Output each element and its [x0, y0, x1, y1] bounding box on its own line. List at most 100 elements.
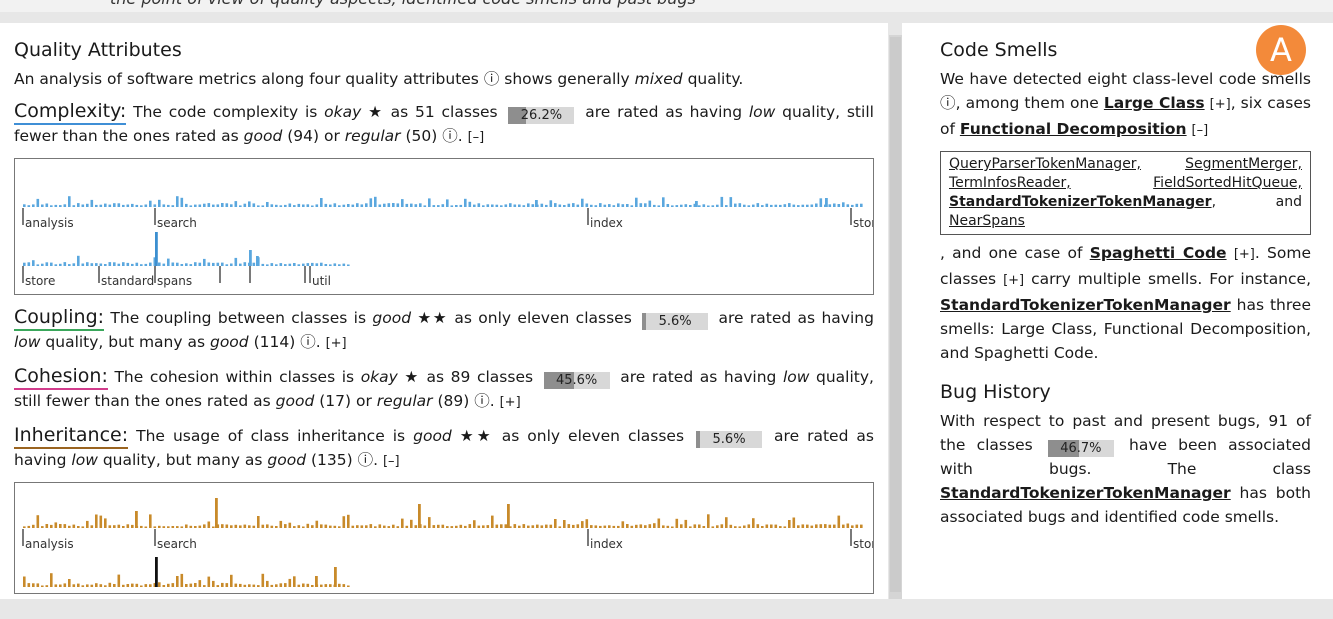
class-bar[interactable] [117, 524, 121, 528]
class-bar[interactable] [311, 262, 314, 266]
class-bar[interactable] [63, 583, 67, 587]
class-bar[interactable] [513, 204, 517, 208]
class-bar[interactable] [437, 205, 440, 207]
class-bar[interactable] [360, 204, 364, 207]
class-bar[interactable] [113, 262, 116, 266]
class-bar[interactable] [266, 264, 269, 266]
class-bar[interactable] [72, 205, 76, 207]
class-bar[interactable] [185, 203, 188, 207]
class-bar[interactable] [68, 579, 71, 587]
class-bar[interactable] [171, 583, 175, 587]
class-bar[interactable] [86, 520, 89, 528]
class-bar[interactable] [342, 584, 346, 587]
class-bar[interactable] [621, 521, 625, 528]
class-bar[interactable] [63, 524, 67, 528]
class-bar[interactable] [155, 557, 158, 587]
class-bar[interactable] [41, 204, 44, 208]
class-bar[interactable] [549, 524, 553, 528]
class-bar[interactable] [249, 250, 252, 266]
class-bar[interactable] [77, 255, 80, 266]
class-bar[interactable] [446, 199, 449, 207]
class-bar[interactable] [194, 204, 197, 207]
class-bar[interactable] [176, 576, 179, 587]
class-bar[interactable] [68, 525, 71, 528]
class-bar[interactable] [162, 263, 166, 266]
class-bar[interactable] [140, 264, 143, 266]
class-bar[interactable] [684, 204, 688, 207]
class-bar[interactable] [405, 525, 409, 528]
class-bar[interactable] [860, 203, 863, 207]
class-bar[interactable] [158, 262, 161, 267]
class-bar[interactable] [491, 515, 494, 528]
class-bar[interactable] [32, 204, 35, 207]
class-bar[interactable] [347, 204, 350, 207]
class-bar[interactable] [243, 262, 247, 266]
class-bar[interactable] [374, 196, 377, 207]
class-bar[interactable] [266, 580, 269, 587]
class-bar[interactable] [527, 203, 530, 207]
class-bar[interactable] [248, 201, 251, 207]
class-bar[interactable] [662, 525, 665, 528]
class-bar[interactable] [117, 203, 121, 207]
class-bar[interactable] [698, 205, 701, 207]
class-bar[interactable] [275, 204, 278, 207]
class-bar[interactable] [657, 205, 661, 207]
class-bar[interactable] [324, 264, 328, 266]
class-bar[interactable] [234, 257, 238, 266]
class-bar[interactable] [155, 232, 158, 266]
collapse-toggle[interactable]: [–] [468, 130, 485, 145]
class-bar[interactable] [284, 583, 287, 587]
class-bar[interactable] [698, 524, 701, 529]
class-bar[interactable] [50, 205, 53, 207]
class-bar[interactable] [207, 576, 211, 587]
class-link[interactable]: StandardTokenizerTokenManager [940, 484, 1231, 502]
class-bar[interactable] [41, 526, 44, 528]
class-bar[interactable] [320, 198, 323, 207]
class-bar[interactable] [126, 584, 130, 587]
class-bar[interactable] [275, 526, 278, 528]
expand-toggle[interactable]: [+] [1003, 273, 1024, 288]
class-bar[interactable] [684, 519, 688, 528]
class-bar[interactable] [302, 583, 305, 588]
class-bar[interactable] [401, 199, 404, 207]
class-bar[interactable] [68, 264, 71, 266]
class-bar[interactable] [230, 204, 233, 207]
class-bar[interactable] [441, 204, 445, 207]
class-bar[interactable] [414, 204, 418, 207]
class-link[interactable]: NearSpans [949, 213, 1025, 229]
class-bar[interactable] [599, 525, 602, 528]
class-bar[interactable] [104, 585, 107, 587]
class-bar[interactable] [131, 203, 134, 207]
class-bar[interactable] [284, 204, 287, 207]
class-bar[interactable] [257, 585, 260, 587]
class-bar[interactable] [216, 585, 220, 587]
class-bar[interactable] [104, 203, 107, 207]
class-bar[interactable] [675, 205, 679, 207]
class-bar[interactable] [122, 262, 125, 266]
class-bar[interactable] [104, 518, 107, 528]
class-bar[interactable] [131, 524, 134, 528]
class-bar[interactable] [482, 205, 485, 207]
class-bar[interactable] [563, 520, 566, 528]
class-bar[interactable] [725, 517, 728, 528]
class-bar[interactable] [360, 525, 364, 528]
class-bar[interactable] [477, 203, 481, 207]
class-bar[interactable] [180, 573, 184, 587]
class-bar[interactable] [356, 203, 359, 207]
class-bar[interactable] [536, 524, 539, 528]
class-bar[interactable] [86, 203, 89, 207]
class-bar[interactable] [32, 260, 35, 266]
class-bar[interactable] [99, 584, 103, 587]
class-bar[interactable] [671, 205, 674, 207]
class-bar[interactable] [302, 526, 305, 529]
class-bar[interactable] [761, 526, 764, 528]
class-bar[interactable] [477, 525, 481, 528]
class-bar[interactable] [513, 524, 517, 528]
class-bar[interactable] [203, 203, 206, 207]
class-bar[interactable] [410, 203, 413, 207]
class-bar[interactable] [311, 205, 314, 208]
class-bar[interactable] [270, 584, 274, 587]
class-bar[interactable] [428, 517, 431, 528]
class-bar[interactable] [522, 524, 526, 528]
class-bar[interactable] [185, 524, 188, 529]
